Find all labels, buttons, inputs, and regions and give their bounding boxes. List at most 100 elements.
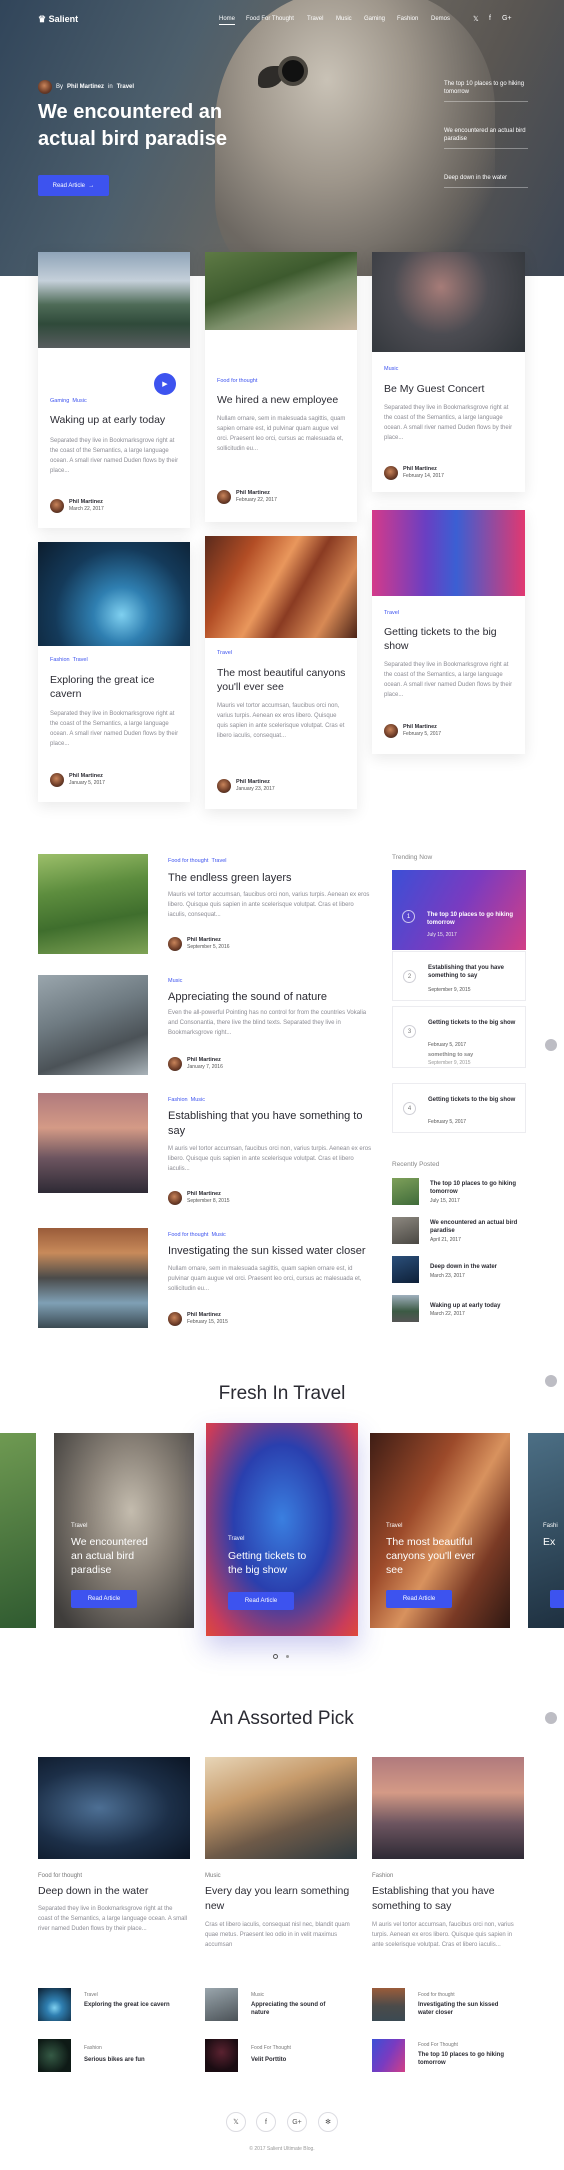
tag-link[interactable]: Music: [211, 1232, 225, 1238]
post-card-title[interactable]: We hired a new employee: [217, 393, 347, 407]
scroll-indicator[interactable]: [545, 1712, 557, 1724]
slide-read-article-button[interactable]: Read Article: [71, 1590, 137, 1608]
tag-link[interactable]: Music: [191, 1097, 205, 1103]
assorted-post-title[interactable]: Every day you learn something new: [205, 1884, 357, 1914]
slide-title[interactable]: The most beautiful canyons you'll ever s…: [386, 1535, 486, 1577]
tag-link[interactable]: Music: [168, 978, 182, 984]
trending-featured[interactable]: 1 The top 10 places to go hiking tomorro…: [392, 870, 526, 950]
twitter-icon[interactable]: 𝕏: [473, 15, 479, 23]
list-post-image[interactable]: [38, 975, 148, 1075]
assorted-post-image[interactable]: [38, 1757, 190, 1859]
list-post-title[interactable]: Appreciating the sound of nature: [168, 990, 378, 1005]
assorted-post-category[interactable]: Food for thought: [38, 1873, 82, 1879]
tag-link[interactable]: Travel: [217, 650, 232, 656]
small-post-category[interactable]: Food For Thought: [418, 2042, 458, 2048]
trending-item[interactable]: 4 Getting tickets to the big show Februa…: [392, 1083, 526, 1133]
tag-link[interactable]: Fashion: [168, 1097, 188, 1103]
post-card-title[interactable]: Be My Guest Concert: [384, 382, 514, 396]
carousel-slide[interactable]: Travel We encountered an actual bird par…: [54, 1433, 194, 1628]
scroll-indicator[interactable]: [545, 1375, 557, 1387]
small-post-category[interactable]: Music: [251, 1992, 264, 1998]
tag-link[interactable]: Fashion: [50, 657, 70, 663]
google-plus-icon[interactable]: G+: [502, 15, 512, 22]
list-post-title[interactable]: Investigating the sun kissed water close…: [168, 1244, 378, 1259]
tag-link[interactable]: Travel: [211, 858, 226, 864]
hero-side-item[interactable]: We encountered an actual bird paradise: [444, 127, 528, 149]
small-post-title[interactable]: Serious bikes are fun: [84, 2056, 174, 2064]
tag-link[interactable]: Food for thought: [168, 858, 208, 864]
small-post-title[interactable]: Exploring the great ice cavern: [84, 2001, 174, 2009]
site-logo[interactable]: ♛ Salient: [38, 14, 78, 25]
nav-link-demos[interactable]: Demos: [431, 16, 450, 22]
slide-tag[interactable]: Travel: [71, 1523, 87, 1529]
post-card[interactable]: Fashion Travel Exploring the great ice c…: [38, 542, 190, 802]
trending-item-title[interactable]: Getting tickets to the big show: [428, 1096, 518, 1104]
hero-title[interactable]: We encountered an actual bird paradise: [38, 99, 268, 153]
carousel-slide[interactable]: Travel The most beautiful canyons you'll…: [370, 1433, 510, 1628]
carousel-dot[interactable]: [286, 1655, 289, 1658]
recent-post-thumb[interactable]: [392, 1256, 419, 1283]
tag-link[interactable]: Food for thought: [217, 378, 257, 384]
recent-post-title[interactable]: The top 10 places to go hiking tomorrow: [430, 1180, 530, 1196]
play-button[interactable]: ▶: [154, 373, 176, 395]
tag-link[interactable]: Gaming: [50, 398, 69, 404]
small-post-thumb[interactable]: [205, 2039, 238, 2072]
recent-post-thumb[interactable]: [392, 1295, 419, 1322]
assorted-post-category[interactable]: Fashion: [372, 1873, 393, 1879]
list-post-title[interactable]: The endless green layers: [168, 871, 378, 886]
trending-featured-title[interactable]: The top 10 places to go hiking tomorrow: [427, 911, 517, 927]
scroll-indicator[interactable]: [545, 1039, 557, 1051]
post-card[interactable]: Travel Getting tickets to the big show S…: [372, 510, 525, 754]
recent-post-title[interactable]: Deep down in the water: [430, 1263, 530, 1271]
trending-item-title[interactable]: Getting tickets to the big show: [428, 1019, 518, 1027]
carousel-slide-partial[interactable]: Fashi Ex: [528, 1433, 564, 1628]
slide-read-article-button[interactable]: Read Article: [228, 1592, 294, 1610]
tag-link[interactable]: Food for thought: [168, 1232, 208, 1238]
small-post-thumb[interactable]: [372, 1988, 405, 2021]
footer-google-plus-icon[interactable]: G+: [287, 2112, 307, 2132]
slide-read-article-button[interactable]: Read Article: [386, 1590, 452, 1608]
small-post-thumb[interactable]: [38, 1988, 71, 2021]
post-card-title[interactable]: The most beautiful canyons you'll ever s…: [217, 666, 347, 694]
small-post-title[interactable]: The top 10 places to go hiking tomorrow: [418, 2051, 508, 2067]
assorted-post-category[interactable]: Music: [205, 1873, 221, 1879]
trending-item-title[interactable]: Establishing that you have something to …: [428, 964, 518, 980]
assorted-post-image[interactable]: [372, 1757, 524, 1859]
list-post-image[interactable]: [38, 854, 148, 954]
tag-link[interactable]: Travel: [73, 657, 88, 663]
post-card-title[interactable]: Exploring the great ice cavern: [50, 673, 180, 701]
footer-facebook-icon[interactable]: f: [256, 2112, 276, 2132]
recent-post-thumb[interactable]: [392, 1178, 419, 1205]
small-post-title[interactable]: Investigating the sun kissed water close…: [418, 2001, 508, 2017]
nav-link-fashion[interactable]: Fashion: [397, 16, 418, 22]
nav-link-music[interactable]: Music: [336, 16, 352, 22]
slide-title[interactable]: Ex: [543, 1535, 563, 1549]
slide-read-article-button[interactable]: [550, 1590, 564, 1608]
facebook-icon[interactable]: f: [489, 15, 491, 22]
slide-title[interactable]: Getting tickets to the big show: [228, 1549, 323, 1577]
nav-link-travel[interactable]: Travel: [307, 16, 323, 22]
small-post-title[interactable]: Velit Porttito: [251, 2056, 341, 2064]
recent-post-title[interactable]: We encountered an actual bird paradise: [430, 1219, 530, 1235]
nav-link-home[interactable]: Home: [219, 16, 236, 25]
post-card-title[interactable]: Waking up at early today: [50, 413, 180, 427]
tag-link[interactable]: Music: [72, 398, 86, 404]
hero-side-item[interactable]: The top 10 places to go hiking tomorrow: [444, 80, 528, 102]
tag-link[interactable]: Music: [384, 366, 398, 372]
small-post-category[interactable]: Food for thought: [418, 1992, 455, 1998]
post-card[interactable]: Music Be My Guest Concert Separated they…: [372, 252, 525, 492]
small-post-category[interactable]: Food For Thought: [251, 2045, 291, 2051]
post-card[interactable]: ▶ Gaming Music Waking up at early today …: [38, 252, 190, 528]
recent-post-thumb[interactable]: [392, 1217, 419, 1244]
post-card[interactable]: Travel The most beautiful canyons you'll…: [205, 536, 357, 809]
small-post-category[interactable]: Travel: [84, 1992, 98, 1998]
list-post-title[interactable]: Establishing that you have something to …: [168, 1109, 378, 1139]
footer-yelp-icon[interactable]: ✻: [318, 2112, 338, 2132]
small-post-title[interactable]: Appreciating the sound of nature: [251, 2001, 341, 2017]
hero-read-article-button[interactable]: Read Article →: [38, 175, 109, 196]
hero-side-item[interactable]: Deep down in the water: [444, 174, 528, 188]
slide-tag[interactable]: Fashi: [543, 1523, 558, 1529]
slide-title[interactable]: We encountered an actual bird paradise: [71, 1535, 161, 1577]
hero-category-link[interactable]: Travel: [117, 84, 134, 90]
nav-link-food-for-thought[interactable]: Food For Thought: [246, 16, 294, 22]
